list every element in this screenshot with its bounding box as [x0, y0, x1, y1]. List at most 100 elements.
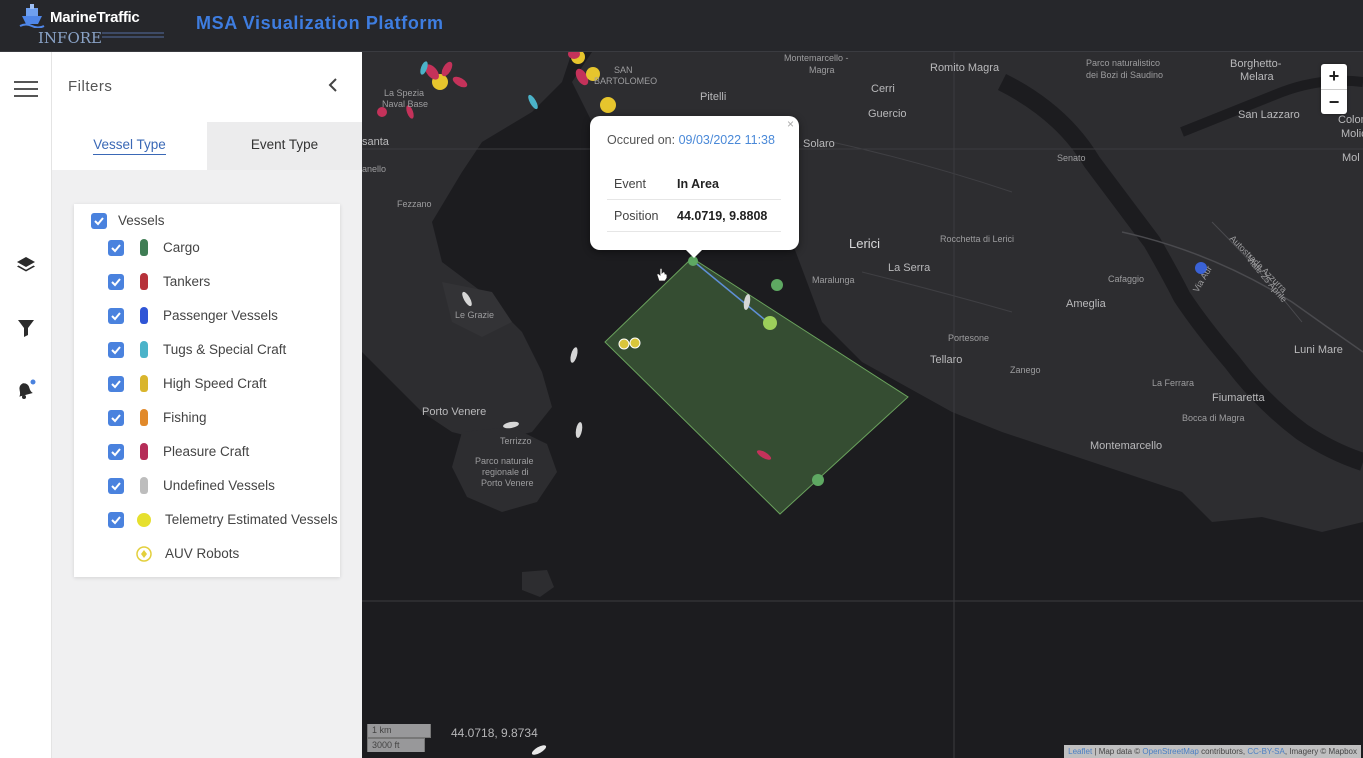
- filter-row-passenger[interactable]: Passenger Vessels: [74, 304, 340, 328]
- vessel-filter-card: Vessels Cargo Tankers Passenger Vessels: [74, 204, 340, 577]
- brand-name: MarineTraffic: [50, 9, 140, 26]
- map-label: Magra: [809, 65, 835, 75]
- vessels-group-label: Vessels: [118, 213, 165, 228]
- map-label: Bocca di Magra: [1182, 413, 1245, 423]
- brand-logo[interactable]: MarineTraffic INFORE: [14, 2, 164, 48]
- filter-button[interactable]: [13, 315, 39, 341]
- tab-vessel-type[interactable]: Vessel Type: [52, 122, 207, 170]
- alert-bell-icon: [19, 379, 36, 399]
- filter-row-undefined[interactable]: Undefined Vessels: [74, 474, 340, 498]
- map-label: Colomb: [1338, 114, 1363, 126]
- popup-table: Event In Area Position 44.0719, 9.8808: [607, 168, 781, 232]
- map-label: Terrizzo: [500, 436, 532, 446]
- undefined-checkbox[interactable]: [108, 478, 124, 494]
- osm-link[interactable]: OpenStreetMap: [1142, 747, 1198, 756]
- vessels-checkbox[interactable]: [91, 213, 107, 229]
- layers-icon: [17, 257, 35, 272]
- layers-button[interactable]: [13, 252, 39, 278]
- cargo-vessel-icon: [140, 239, 148, 256]
- tanker-vessel-icon: [140, 273, 148, 290]
- high-speed-label: High Speed Craft: [163, 376, 267, 391]
- pleasure-vessel-icon: [140, 443, 148, 460]
- popup-row: Event In Area: [607, 168, 781, 200]
- filter-row-tankers[interactable]: Tankers: [74, 270, 340, 294]
- filter-row-fishing[interactable]: Fishing: [74, 406, 340, 430]
- tankers-label: Tankers: [163, 274, 211, 289]
- check-icon: [111, 278, 121, 287]
- attribution-text: , Imagery © Mapbox: [1284, 747, 1357, 756]
- filters-panel: Filters Vessel Type Event Type Vessels C…: [52, 52, 362, 758]
- attribution-text: | Map data ©: [1092, 747, 1143, 756]
- map-label: Borghetto-: [1230, 58, 1282, 70]
- telemetry-checkbox[interactable]: [108, 512, 124, 528]
- telemetry-label: Telemetry Estimated Vessels: [165, 512, 338, 527]
- map-label: Fezzano: [397, 199, 432, 209]
- left-rail: [0, 52, 52, 758]
- cargo-checkbox[interactable]: [108, 240, 124, 256]
- map-label: Porto Venere: [422, 406, 487, 418]
- tug-vessel-icon: [140, 341, 148, 358]
- filter-row-cargo[interactable]: Cargo: [74, 236, 340, 260]
- map-view[interactable]: Montemarcello - Magra Romito Magra Parco…: [362, 52, 1363, 758]
- tab-event-type[interactable]: Event Type: [207, 122, 362, 170]
- map-label: Ameglia: [1066, 298, 1106, 310]
- fishing-checkbox[interactable]: [108, 410, 124, 426]
- telemetry-vessel-icon: [137, 513, 151, 527]
- tankers-checkbox[interactable]: [108, 274, 124, 290]
- map-label: santa: [362, 136, 389, 148]
- map-label: Tellaro: [930, 354, 963, 366]
- undefined-label: Undefined Vessels: [163, 478, 275, 493]
- scale-ft: 3000 ft: [367, 738, 425, 752]
- sub-brand-name: INFORE: [38, 29, 102, 47]
- license-link[interactable]: CC-BY-SA: [1247, 747, 1285, 756]
- undefined-vessel-icon: [140, 477, 148, 494]
- check-icon: [94, 217, 104, 226]
- auv-robot-icon: [136, 546, 152, 562]
- map-label: Guercio: [868, 108, 907, 120]
- popup-date-label: Occured on:: [607, 133, 676, 147]
- popup-date-value[interactable]: 09/03/2022 11:38: [679, 133, 775, 147]
- alerts-button[interactable]: [13, 377, 39, 403]
- filter-row-auv[interactable]: AUV Robots: [74, 542, 340, 566]
- popup-row: Position 44.0719, 9.8808: [607, 200, 781, 232]
- map-label: Maralunga: [812, 275, 855, 285]
- collapse-panel-button[interactable]: [322, 74, 344, 98]
- map-label: anello: [362, 164, 387, 174]
- map-label: Luni Mare: [1294, 344, 1343, 356]
- leaflet-link[interactable]: Leaflet: [1068, 747, 1092, 756]
- map-attribution: Leaflet | Map data © OpenStreetMap contr…: [1064, 745, 1361, 758]
- check-icon: [111, 414, 121, 423]
- passenger-checkbox[interactable]: [108, 308, 124, 324]
- tab-event-type-label: Event Type: [250, 137, 319, 152]
- passenger-label: Passenger Vessels: [163, 308, 278, 323]
- map-label: Le Grazie: [455, 310, 495, 320]
- filter-row-tugs[interactable]: Tugs & Special Craft: [74, 338, 340, 362]
- brand-tagline-decoration: [102, 32, 164, 42]
- filter-icon: [18, 320, 34, 337]
- check-icon: [111, 244, 121, 253]
- check-icon: [111, 448, 121, 457]
- zoom-out-button[interactable]: −: [1321, 89, 1347, 114]
- vessels-group-row[interactable]: Vessels: [74, 209, 340, 233]
- menu-button[interactable]: [13, 76, 39, 102]
- popup-close-button[interactable]: ×: [787, 117, 794, 131]
- map-label: Cafaggio: [1108, 274, 1145, 284]
- filter-tabs: Vessel Type Event Type: [52, 122, 362, 170]
- filter-row-pleasure[interactable]: Pleasure Craft: [74, 440, 340, 464]
- zoom-in-button[interactable]: +: [1321, 64, 1347, 89]
- map-label: Melara: [1240, 71, 1274, 83]
- map-label: Romito Magra: [930, 62, 1000, 74]
- map-label: Molicc: [1341, 128, 1363, 140]
- filter-row-telemetry[interactable]: Telemetry Estimated Vessels: [74, 508, 340, 532]
- pleasure-checkbox[interactable]: [108, 444, 124, 460]
- filter-row-high-speed[interactable]: High Speed Craft: [74, 372, 340, 396]
- map-label: Solaro: [803, 138, 835, 150]
- tugs-checkbox[interactable]: [108, 342, 124, 358]
- passenger-vessel-icon: [140, 307, 148, 324]
- popup-value: In Area: [677, 177, 719, 191]
- high-speed-checkbox[interactable]: [108, 376, 124, 392]
- map-basemap: [362, 52, 1363, 758]
- popup-key: Event: [614, 177, 646, 191]
- check-icon: [111, 482, 121, 491]
- auv-label: AUV Robots: [165, 546, 240, 561]
